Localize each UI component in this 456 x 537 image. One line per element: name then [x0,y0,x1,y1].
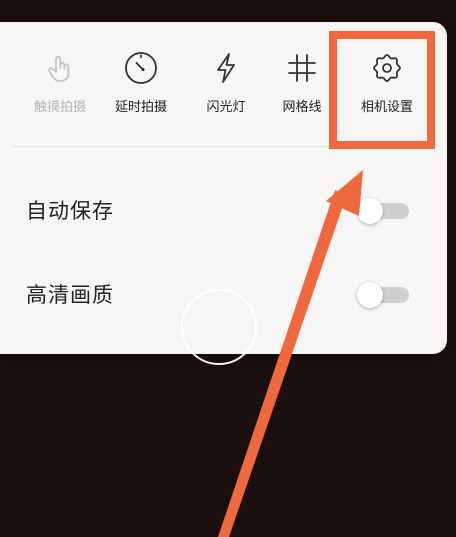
grid-lines-label: 网格线 [282,100,322,115]
shutter-button[interactable] [181,289,257,365]
toggle-knob [357,198,383,224]
hd-quality-label: 高清画质 [26,283,114,307]
timer-dial-icon [125,52,157,84]
touch-shoot-label: 触摸拍摄 [33,100,86,115]
touch-hand-icon [48,55,70,82]
timelapse-button[interactable]: 延时拍摄 [99,50,183,120]
flash-label: 闪光灯 [206,100,246,115]
flash-button[interactable]: 闪光灯 [184,50,268,120]
timelapse-label: 延时拍摄 [114,100,167,115]
touch-shoot-button[interactable]: 触摸拍摄 [18,50,102,120]
highlight-box [329,31,435,149]
auto-save-label: 自动保存 [26,199,114,223]
auto-save-row: 自动保存 [0,180,447,240]
grid-icon [288,54,316,82]
auto-save-toggle[interactable] [357,198,411,224]
toggle-knob [357,282,383,308]
lightning-bolt-icon [217,53,235,83]
hd-quality-toggle[interactable] [357,282,411,308]
